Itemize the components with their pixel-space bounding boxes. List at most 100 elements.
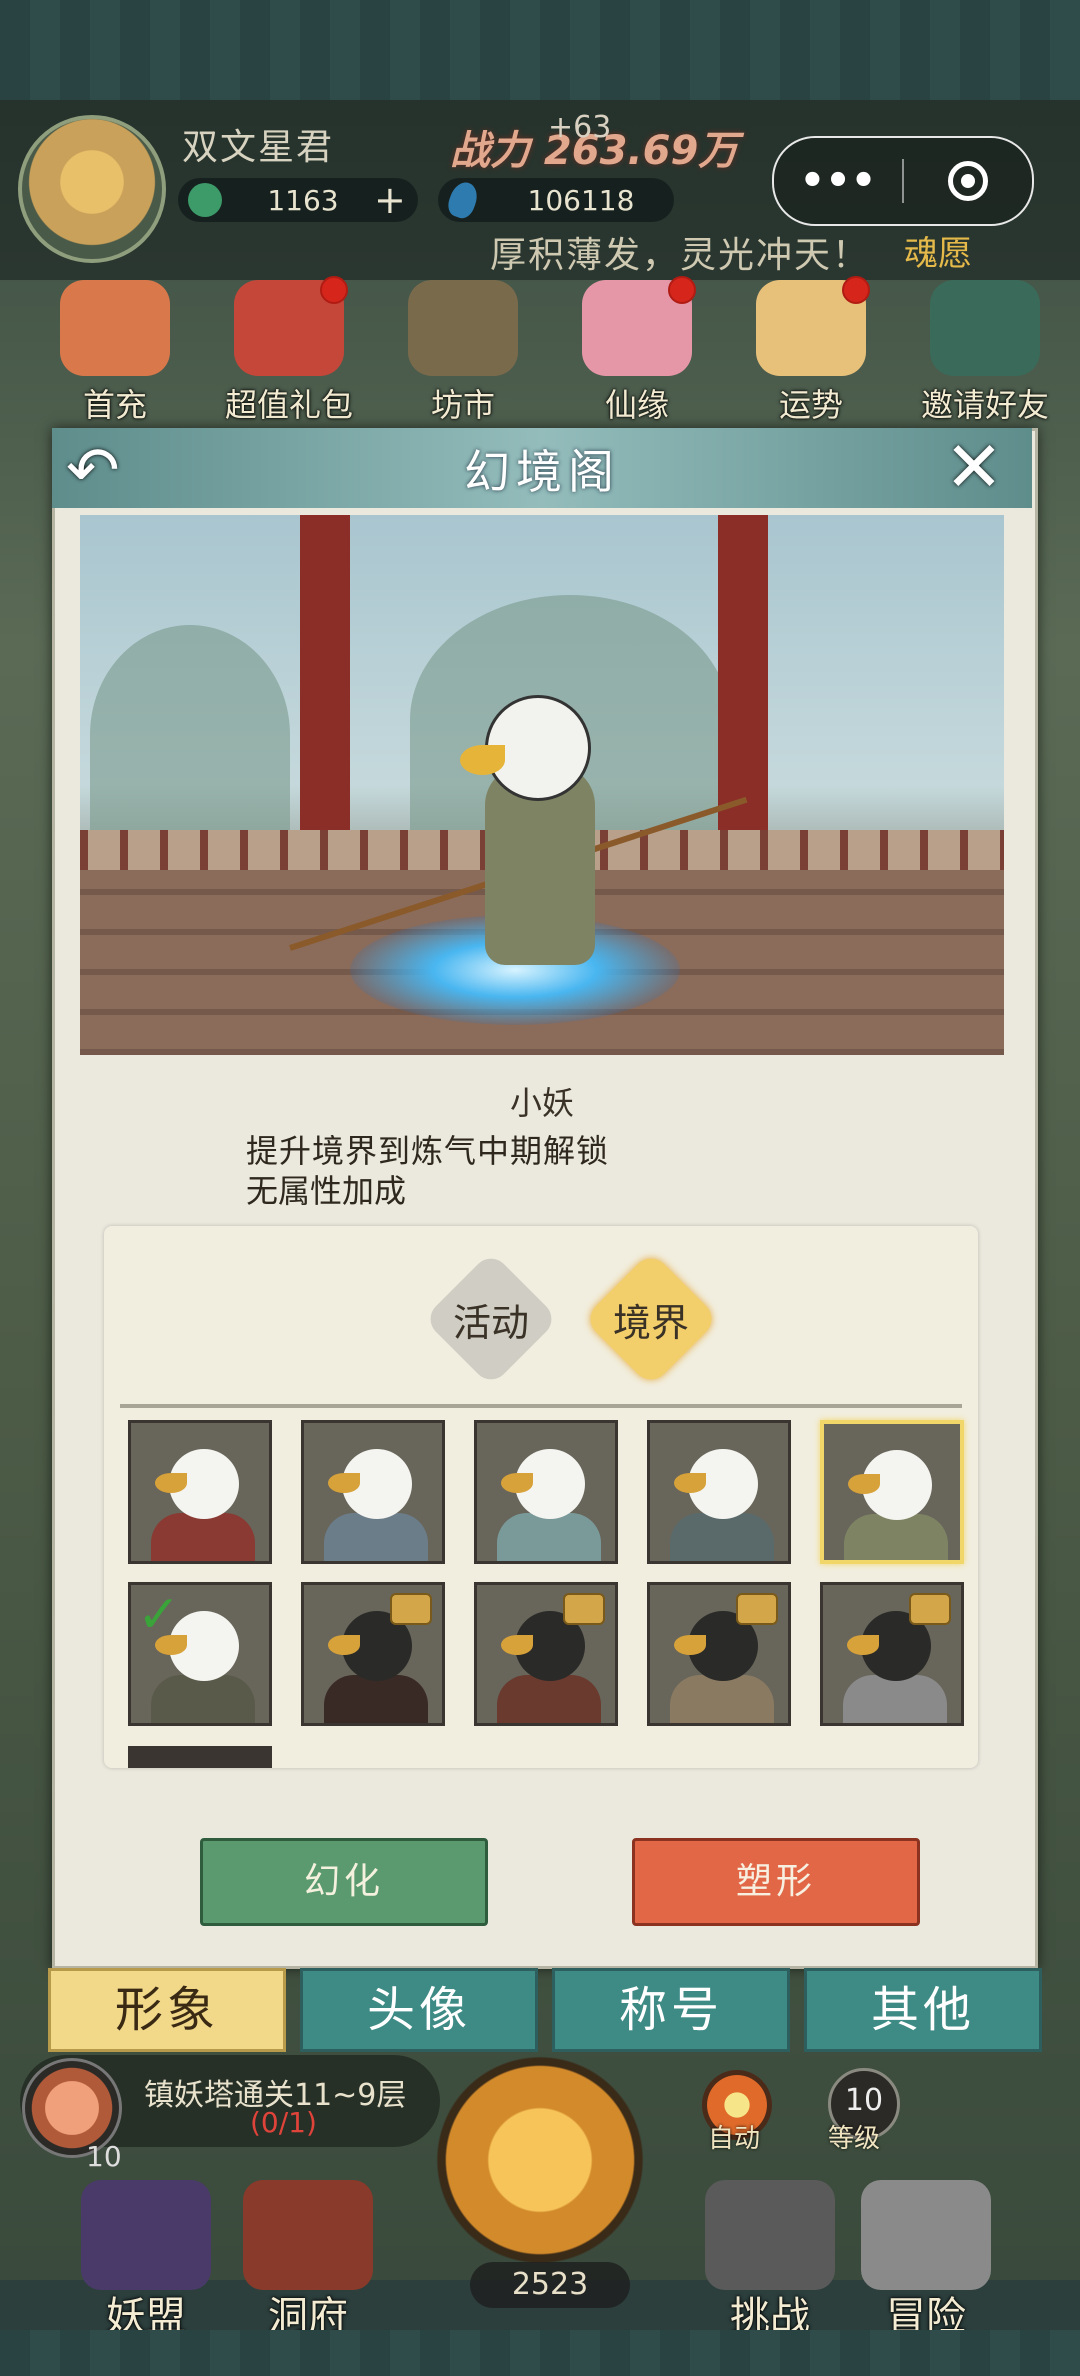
nav-adventure[interactable]: 冒险 [836,2180,1016,2342]
tab-appearance[interactable]: 形象 [48,1968,286,2052]
top-nav-label-1: 超值礼包 [224,386,353,424]
tab-realm[interactable]: 境界 [583,1251,719,1387]
top-nav-item-5[interactable]: 邀请好友 [910,280,1060,430]
player-avatar[interactable] [18,115,166,263]
gem-currency: 106118 [438,178,674,222]
skin-slot[interactable] [301,1582,445,1726]
skin-slot[interactable] [301,1420,445,1564]
add-jade-button[interactable]: + [374,178,418,222]
skin-body [670,1675,774,1723]
level-label: 等级 [828,2124,881,2154]
character-beak [460,745,505,775]
pillar-left [300,515,350,835]
quest-progress: (0/1) [250,2106,317,2139]
pillar-right [718,515,768,835]
more-menu-button[interactable]: ••• [774,158,902,204]
character-preview-stage [80,515,1004,1055]
top-nav: 首充 超值礼包 坊市 仙缘 运势 邀请好友 [40,276,1060,430]
skin-body [670,1513,774,1561]
jade-amount: 1163 [267,183,339,217]
top-nav-label-0: 首充 [82,386,147,424]
skin-slot[interactable] [128,1420,272,1564]
gem-amount: 106118 [527,183,635,217]
marquee-tag[interactable]: 魂愿 [904,226,972,275]
gem-icon [444,178,482,222]
adventure-icon [861,2180,991,2290]
skin-body [497,1675,601,1723]
skin-beak [501,1473,533,1493]
top-nav-icon-2 [408,280,518,376]
top-nav-item-1[interactable]: 超值礼包 [214,276,364,430]
skin-slot[interactable] [820,1582,964,1726]
tab-divider [120,1404,962,1408]
close-button[interactable]: ✕ [934,432,1014,502]
skin-slot-partial[interactable] [128,1746,272,1768]
skin-beak [674,1635,706,1655]
top-nav-label-5: 邀请好友 [920,386,1049,424]
tab-activity[interactable]: 活动 [423,1251,559,1387]
tab-realm-label: 境界 [612,1300,689,1345]
skin-slot[interactable] [474,1420,618,1564]
bottom-decor-strip [0,2330,1080,2376]
skin-slot[interactable] [647,1420,791,1564]
nav-alliance[interactable]: 妖盟 [56,2180,236,2342]
top-nav-label-3: 仙缘 [604,386,669,424]
skin-beak [847,1635,879,1655]
mini-program-capsule: ••• [772,136,1034,226]
nav-challenge[interactable]: 挑战 [680,2180,860,2342]
quest-level: 10 [86,2140,122,2173]
lock-icon [563,1593,605,1625]
tab-activity-label: 活动 [452,1300,529,1345]
jade-coin-icon [188,183,222,217]
top-nav-item-2[interactable]: 坊市 [388,280,538,430]
skin-slot[interactable] [474,1582,618,1726]
top-decor-strip [0,0,1080,100]
lock-icon [736,1593,778,1625]
notification-dot [842,276,870,304]
cave-icon [243,2180,373,2290]
skin-body [844,1514,948,1560]
attribute-bonus: 无属性加成 [246,1172,407,1210]
marquee-text: 厚积薄发，灵光冲天！ [490,235,871,276]
skin-beak [501,1635,533,1655]
skin-body [324,1513,428,1561]
jade-currency: 1163 + [178,178,418,222]
skin-beak [328,1473,360,1493]
skin-body [151,1675,255,1723]
skin-slot[interactable]: ✓ [128,1582,272,1726]
tab-title[interactable]: 称号 [552,1968,790,2052]
top-nav-label-4: 运势 [778,386,843,424]
skin-body [497,1513,601,1561]
record-icon [948,161,988,201]
top-nav-item-4[interactable]: 运势 [736,276,886,430]
skin-slot[interactable] [647,1582,791,1726]
skin-slot[interactable] [820,1420,964,1564]
transform-button[interactable]: 幻化 [200,1838,488,1926]
lock-icon [390,1593,432,1625]
nav-cave[interactable]: 洞府 [218,2180,398,2342]
back-button[interactable]: ↶ [66,436,146,506]
notification-dot [668,276,696,304]
top-nav-item-0[interactable]: 首充 [40,280,190,430]
skin-beak [674,1473,706,1493]
notification-dot [320,276,348,304]
skin-body [151,1513,255,1561]
top-nav-item-3[interactable]: 仙缘 [562,276,712,430]
axe-attack-button[interactable] [420,2040,660,2280]
skin-body [324,1675,428,1723]
skin-beak [155,1473,187,1493]
auto-label: 自动 [708,2124,761,2154]
challenge-icon [705,2180,835,2290]
player-name: 双文星君 [182,127,335,168]
mountain-left [90,625,290,845]
reshape-button[interactable]: 塑形 [632,1838,920,1926]
top-nav-icon-5 [930,280,1040,376]
tab-avatar[interactable]: 头像 [300,1968,538,2052]
panel-title: 幻境阁 [464,445,620,499]
tab-other[interactable]: 其他 [804,1968,1042,2052]
skin-body [843,1675,947,1723]
top-nav-icon-0 [60,280,170,376]
spirit-coin-count: 2523 [470,2262,630,2308]
close-program-button[interactable] [904,161,1032,201]
skin-beak [328,1635,360,1655]
